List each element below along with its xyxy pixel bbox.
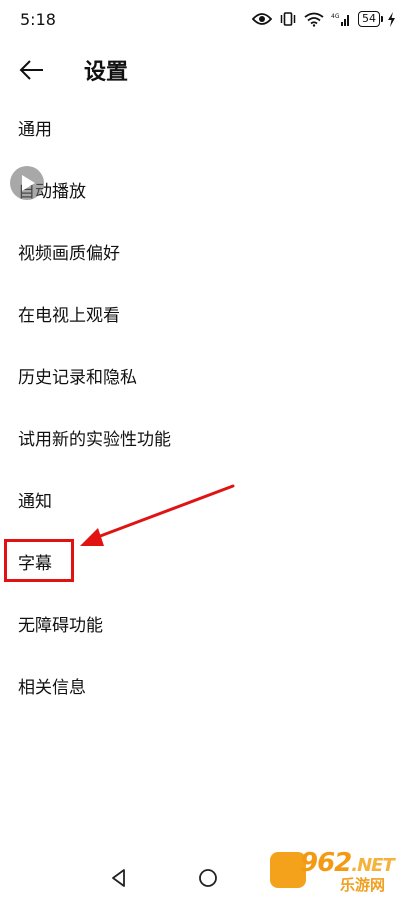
- arrow-left-icon: [14, 60, 50, 92]
- settings-item-notifications[interactable]: 通知: [0, 468, 416, 530]
- status-icons: 4G 54: [252, 11, 396, 27]
- settings-item-video-quality[interactable]: 视频画质偏好: [0, 220, 416, 282]
- settings-item-label: 通知: [18, 491, 52, 512]
- annotation-highlight-box: [4, 539, 74, 582]
- settings-item-label: 试用新的实验性功能: [18, 429, 171, 450]
- settings-item-label: 视频画质偏好: [18, 243, 120, 264]
- nav-back-icon[interactable]: [108, 867, 130, 893]
- watermark-logo: 962.NET 乐游网: [270, 848, 410, 894]
- svg-text:4G: 4G: [331, 13, 340, 20]
- signal-4g-icon: 4G: [331, 12, 351, 27]
- vibrate-icon: [279, 11, 297, 27]
- settings-item-label: 无障碍功能: [18, 615, 103, 636]
- floating-play-button[interactable]: [10, 166, 44, 200]
- wifi-icon: [304, 12, 324, 27]
- nav-home-icon[interactable]: [197, 867, 219, 893]
- settings-item-general[interactable]: 通用: [0, 96, 416, 158]
- settings-item-label: 相关信息: [18, 677, 86, 698]
- settings-item-watch-on-tv[interactable]: 在电视上观看: [0, 282, 416, 344]
- charging-icon: [387, 11, 396, 27]
- battery-icon: 54: [358, 11, 383, 27]
- page-title: 设置: [84, 60, 129, 85]
- watermark-site: 乐游网: [340, 876, 386, 894]
- settings-item-label: 在电视上观看: [18, 305, 120, 326]
- settings-item-about[interactable]: 相关信息: [0, 654, 416, 716]
- settings-item-history-privacy[interactable]: 历史记录和隐私: [0, 344, 416, 406]
- settings-item-autoplay[interactable]: 自动播放: [0, 158, 416, 220]
- settings-item-experimental[interactable]: 试用新的实验性功能: [0, 406, 416, 468]
- settings-item-label: 通用: [18, 119, 52, 140]
- settings-item-accessibility[interactable]: 无障碍功能: [0, 592, 416, 654]
- eye-icon: [252, 12, 272, 26]
- status-time: 5:18: [20, 10, 56, 29]
- watermark-brand-suffix: .NET: [351, 855, 394, 876]
- status-bar: 5:18 4G 54: [0, 0, 416, 40]
- settings-item-label: 历史记录和隐私: [18, 367, 137, 388]
- play-icon: [10, 175, 44, 204]
- settings-list: 通用 自动播放 视频画质偏好 在电视上观看 历史记录和隐私 试用新的实验性功能 …: [0, 96, 416, 716]
- back-button[interactable]: [14, 52, 50, 88]
- app-bar: 设置: [0, 46, 416, 92]
